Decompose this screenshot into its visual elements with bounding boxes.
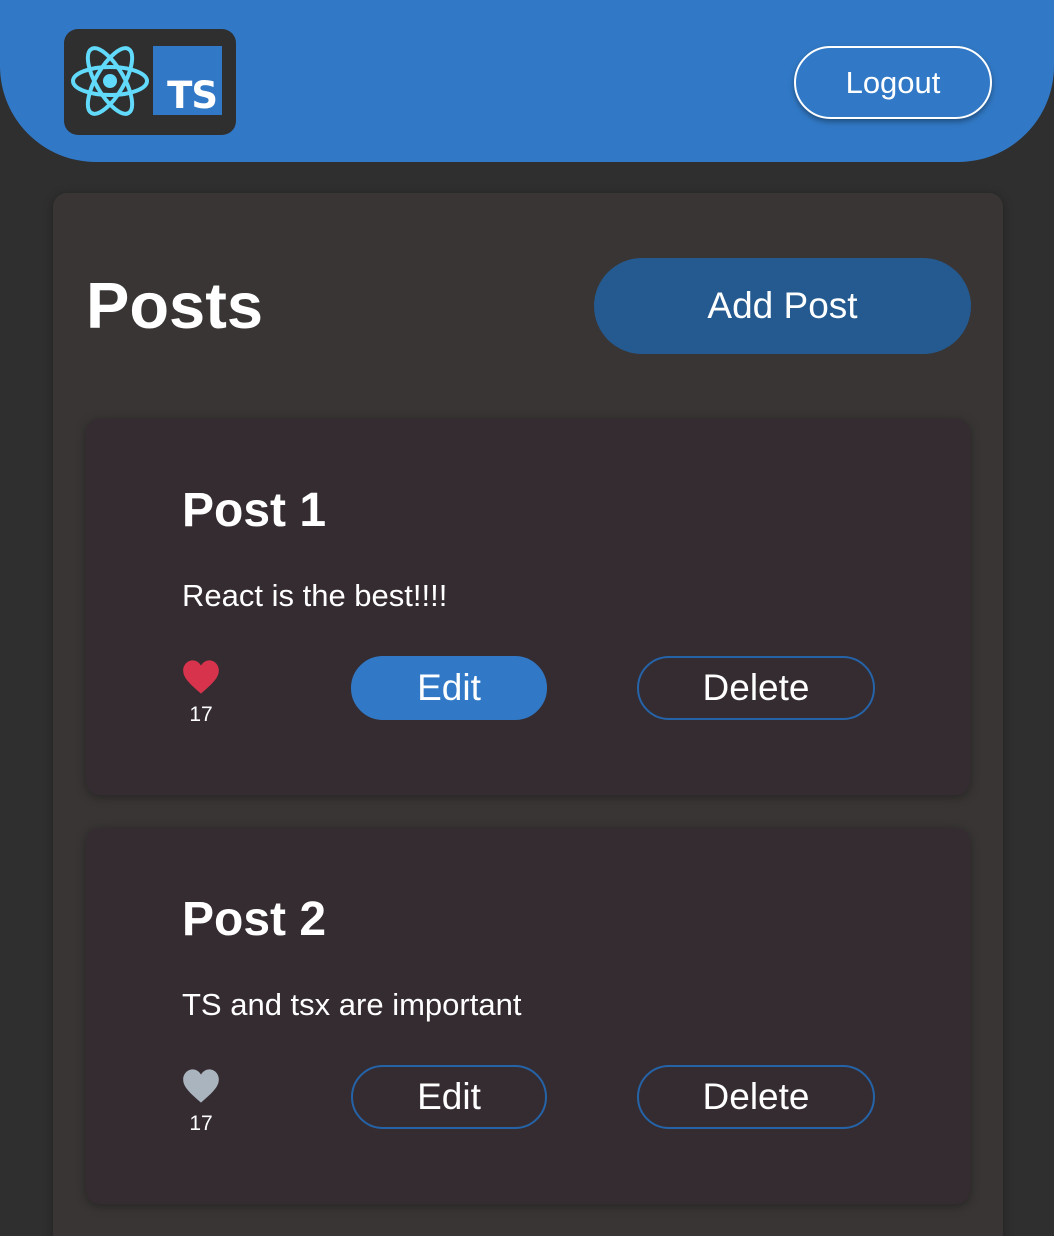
like-count: 17 [189, 703, 213, 726]
delete-button[interactable]: Delete [637, 1065, 875, 1129]
edit-button[interactable]: Edit [351, 1065, 547, 1129]
react-logo-icon [71, 46, 149, 116]
heart-icon [183, 1069, 219, 1103]
edit-button[interactable]: Edit [351, 656, 547, 720]
post-card: Post 1 React is the best!!!! 17 Edit Del… [86, 419, 970, 795]
like-button[interactable]: 17 [182, 659, 220, 727]
post-title: Post 2 [182, 893, 327, 946]
typescript-logo-icon: TS [153, 46, 222, 115]
delete-button[interactable]: Delete [637, 656, 875, 720]
page-title: Posts [86, 269, 264, 342]
app-header: TS Logout [0, 0, 1054, 162]
like-button[interactable]: 17 [182, 1068, 220, 1136]
post-body: React is the best!!!! [182, 578, 448, 613]
logout-button[interactable]: Logout [794, 46, 992, 119]
typescript-logo-text: TS [167, 74, 218, 117]
post-card: Post 2 TS and tsx are important 17 Edit … [86, 828, 970, 1204]
heart-icon [183, 660, 219, 694]
post-title: Post 1 [182, 484, 327, 537]
add-post-button[interactable]: Add Post [594, 258, 971, 354]
like-count: 17 [189, 1112, 213, 1135]
app-logo[interactable]: TS [64, 29, 236, 135]
page: TS Logout Posts Add Post Post 1 React is… [0, 0, 1054, 1236]
post-body: TS and tsx are important [182, 987, 522, 1022]
